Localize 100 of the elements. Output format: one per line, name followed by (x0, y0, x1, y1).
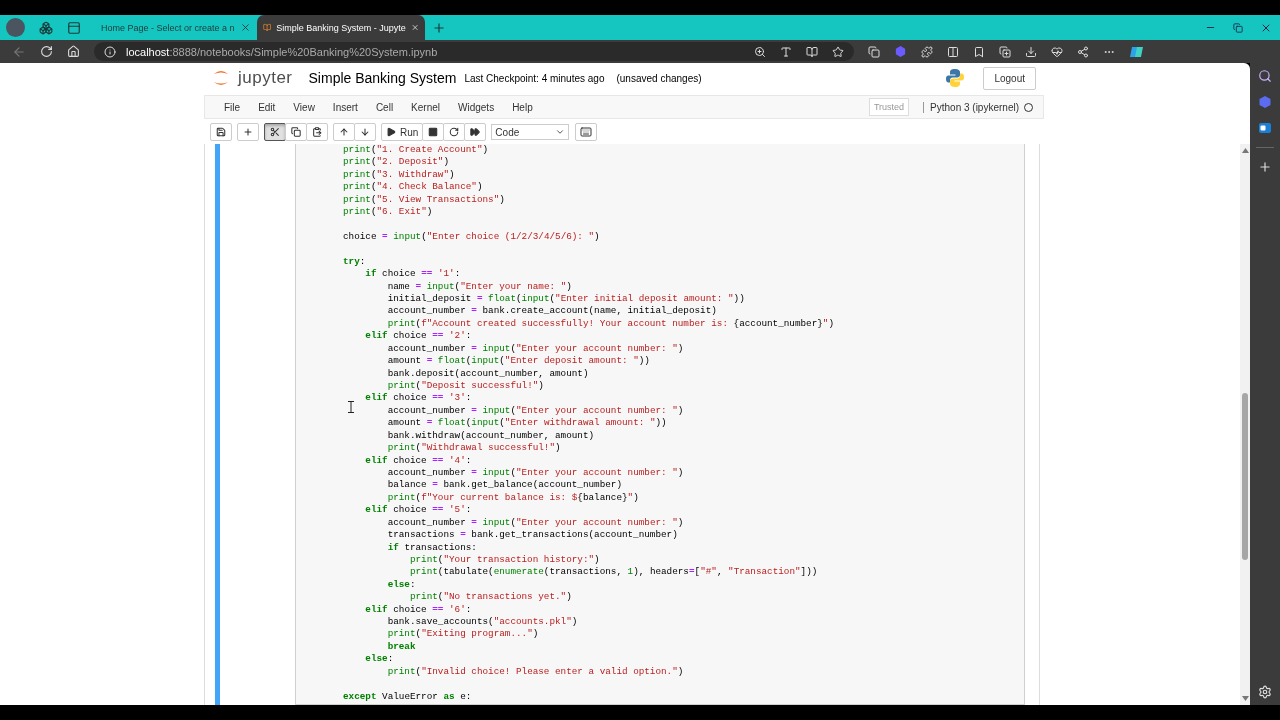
home-icon[interactable] (67, 45, 80, 58)
cell-type-select[interactable]: Code (491, 124, 570, 140)
arrow-down-icon (360, 127, 370, 137)
paste-button[interactable] (306, 123, 328, 141)
new-tab-icon[interactable] (432, 20, 446, 35)
fast-forward-icon (470, 127, 481, 137)
health-icon[interactable] (1051, 45, 1063, 58)
kernel-name: Python 3 (ipykernel) (923, 101, 1019, 113)
run-all-button[interactable] (464, 123, 487, 141)
checkpoint-text: Last Checkpoint: 4 minutes ago (464, 72, 605, 84)
notebook-title[interactable]: Simple Banking System (308, 70, 457, 86)
code-line: bank.save_accounts("accounts.pkl") (387, 616, 578, 629)
code-line: choice = input("Enter choice (1/2/3/4/5/6): ") (343, 230, 600, 244)
search-icon[interactable] (1258, 69, 1272, 83)
code-line: name = input("Enter your name: ") (387, 280, 572, 294)
code-line: print("No transactions yet.") (409, 591, 572, 604)
close-icon[interactable] (410, 22, 419, 33)
code-line: if choice == '1': (365, 268, 461, 281)
menu-item[interactable]: Insert (323, 101, 367, 113)
profile-avatar[interactable] (6, 18, 25, 37)
info-icon[interactable] (104, 45, 116, 58)
extensions-icon[interactable] (921, 45, 933, 58)
copy-icon (291, 127, 301, 137)
browser-tab[interactable]: Home Page - Select or create a n (95, 15, 257, 40)
code-line: account_number = input("Enter your account number: ") (387, 404, 684, 418)
restart-button[interactable] (443, 123, 466, 141)
extension-icon[interactable] (894, 45, 907, 58)
code-line: transactions = bank.get_transactions(account_number) (387, 529, 678, 542)
reload-icon[interactable] (40, 45, 53, 58)
code-line: balance = bank.get_balance(account_number) (387, 479, 622, 492)
add-cell-button[interactable] (237, 123, 259, 141)
code-line: print("2. Deposit") (343, 156, 450, 169)
url-text: localhost:8888/notebooks/Simple%20Banking%20System.ipynb (126, 45, 438, 58)
code-line: try: (343, 255, 366, 269)
code-line: print("Withdrawal successful!") (387, 442, 561, 455)
close-icon[interactable] (240, 22, 251, 33)
menu-item[interactable]: File (215, 101, 250, 113)
download-icon[interactable] (1025, 45, 1037, 58)
copy-button[interactable] (285, 123, 307, 141)
menu-item[interactable]: Help (503, 101, 542, 113)
plus-icon (243, 127, 253, 137)
split-screen-icon[interactable] (947, 45, 959, 58)
menu-item[interactable]: Cell (366, 101, 403, 113)
code-line: if transactions: (387, 541, 477, 554)
code-line: elif choice == '2': (365, 330, 472, 343)
favorites-icon[interactable] (973, 45, 985, 58)
mail-icon[interactable] (1258, 121, 1272, 135)
zoom-icon[interactable] (754, 45, 766, 58)
extension-icon[interactable] (868, 45, 880, 58)
code-line: print("Exiting program...") (387, 628, 539, 641)
menu-item[interactable]: Widgets (449, 101, 504, 113)
code-line: account_number = input("Enter your account number: ") (387, 466, 684, 480)
code-line: bank.withdraw(account_number, amount) (387, 429, 595, 443)
move-down-button[interactable] (354, 123, 376, 141)
code-line: except ValueError as e: (343, 690, 472, 703)
browser-tab[interactable]: Simple Banking System - Jupyte (257, 15, 425, 40)
cut-button[interactable] (264, 123, 286, 141)
keyboard-button[interactable] (575, 123, 598, 141)
menu-item[interactable]: Kernel (402, 101, 449, 113)
scissors-icon (270, 127, 280, 137)
code-line: initial_deposit = float(input("Enter initial deposit amount: ")) (387, 293, 745, 306)
favorite-icon[interactable] (832, 45, 844, 58)
back-icon[interactable] (12, 44, 26, 59)
collections-icon[interactable] (999, 45, 1011, 58)
logout-button[interactable]: Logout (983, 66, 1036, 90)
code-line: elif choice == '6': (365, 603, 472, 617)
run-button[interactable]: Run (381, 123, 424, 141)
workspaces-icon[interactable] (39, 20, 53, 35)
code-line: account_number = bank.create_account(name, initial_deposit) (387, 305, 717, 318)
save-button[interactable] (210, 123, 232, 141)
read-aloud-icon[interactable] (780, 45, 792, 58)
jupyter-logo-icon (212, 68, 230, 88)
chevron-down-icon (555, 127, 566, 137)
copilot-icon[interactable] (1258, 95, 1272, 109)
code-line: elif choice == '3': (365, 392, 472, 405)
scrollbar[interactable] (1240, 144, 1250, 705)
code-line: print(f"Account created successfully! Your account number is: {account_number}") (387, 317, 834, 331)
code-line: print("Deposit successful!") (387, 380, 544, 393)
move-up-button[interactable] (333, 123, 355, 141)
python-logo-icon (945, 68, 966, 88)
keyboard-icon (580, 126, 593, 138)
stop-button[interactable] (422, 123, 445, 141)
menu-item[interactable]: Edit (249, 101, 285, 113)
code-line: amount = float(input("Enter withdrawal amount: ")) (387, 417, 667, 430)
code-line: elif choice == '4': (365, 454, 472, 467)
menu-item[interactable]: View (284, 101, 324, 113)
share-icon[interactable] (1077, 45, 1089, 58)
code-line: account_number = input("Enter your account number: ") (387, 342, 684, 356)
tab-actions-icon[interactable] (67, 20, 81, 35)
scroll-down-icon[interactable] (1241, 696, 1249, 701)
reader-icon[interactable] (806, 45, 818, 58)
settings-icon[interactable] (1258, 685, 1272, 699)
address-bar[interactable]: localhost:8888/notebooks/Simple%20Banking%20System.ipynb (94, 42, 854, 61)
stop-icon (428, 127, 439, 137)
scroll-up-icon[interactable] (1241, 148, 1249, 153)
scrollbar-thumb[interactable] (1242, 393, 1248, 560)
add-icon[interactable] (1258, 160, 1272, 174)
code-line: account_number = input("Enter your account number: ") (387, 516, 684, 530)
play-icon (386, 127, 396, 137)
restore-icon[interactable] (1233, 22, 1243, 33)
